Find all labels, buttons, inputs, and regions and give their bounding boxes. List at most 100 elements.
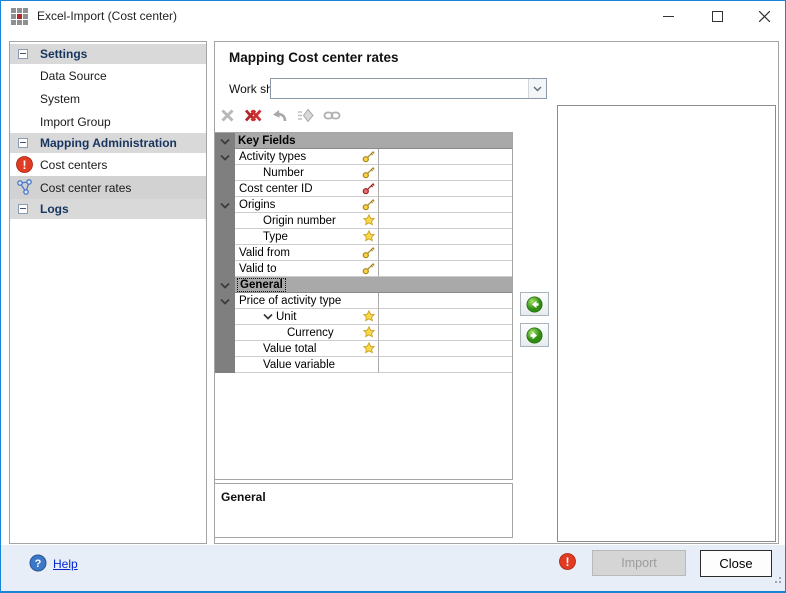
- field-value-cell[interactable]: [379, 293, 512, 309]
- row-gutter[interactable]: [215, 197, 235, 213]
- mapping-toolbar: [218, 106, 341, 130]
- sidebar-group-logs[interactable]: Logs: [10, 199, 206, 219]
- collapse-icon[interactable]: [18, 138, 28, 148]
- field-value-cell[interactable]: [379, 165, 512, 181]
- field-name-cell[interactable]: Number: [235, 165, 379, 181]
- sidebar-group-label: Mapping Administration: [40, 136, 177, 150]
- grid-field-row-cost-center-id: Cost center ID: [215, 181, 512, 197]
- row-gutter[interactable]: [215, 277, 235, 293]
- grid-section-row-key-fields: Key Fields: [215, 133, 512, 149]
- collapse-icon[interactable]: [18, 204, 28, 214]
- sidebar-item-label: Cost centers: [40, 158, 107, 172]
- row-gutter[interactable]: [215, 293, 235, 309]
- field-name-cell[interactable]: Unit: [235, 309, 379, 325]
- field-name-cell[interactable]: Origins: [235, 197, 379, 213]
- field-value-cell[interactable]: [379, 261, 512, 277]
- sidebar-item-cost-centers[interactable]: ! Cost centers: [10, 153, 206, 176]
- field-name-cell[interactable]: Cost center ID: [235, 181, 379, 197]
- star-icon: [363, 230, 375, 242]
- row-gutter: [215, 229, 235, 245]
- row-gutter: [215, 341, 235, 357]
- chevron-down-icon[interactable]: [528, 79, 546, 98]
- field-label: Number: [263, 167, 304, 179]
- field-value-cell[interactable]: [379, 309, 512, 325]
- field-label: Cost center ID: [239, 183, 313, 195]
- section-header[interactable]: Key Fields: [235, 133, 512, 149]
- field-name-cell[interactable]: Price of activity type: [235, 293, 379, 309]
- field-value-cell[interactable]: [379, 149, 512, 165]
- section-header[interactable]: General: [235, 277, 512, 293]
- footer-bar: ? Help ! Import Close: [1, 545, 785, 591]
- field-value-cell[interactable]: [379, 181, 512, 197]
- delete-button[interactable]: [218, 106, 237, 125]
- field-value-cell[interactable]: [379, 245, 512, 261]
- sidebar-item-system[interactable]: System: [10, 87, 206, 110]
- star-icon: [363, 230, 375, 245]
- sidebar-item-cost-center-rates[interactable]: Cost center rates: [10, 176, 206, 199]
- field-name-cell[interactable]: Valid to: [235, 261, 379, 277]
- graph-icon: [16, 179, 33, 196]
- maximize-button[interactable]: [697, 1, 737, 31]
- collapse-icon[interactable]: [18, 49, 28, 59]
- grid-field-row-unit: Unit: [215, 309, 512, 325]
- undo-button[interactable]: [270, 106, 289, 125]
- field-value-cell[interactable]: [379, 229, 512, 245]
- import-button[interactable]: Import: [592, 550, 686, 576]
- minimize-button[interactable]: [648, 1, 688, 31]
- field-value-cell[interactable]: [379, 357, 512, 373]
- field-name-cell[interactable]: Activity types: [235, 149, 379, 165]
- key-gold-icon: [362, 198, 375, 214]
- error-icon: !: [16, 156, 33, 173]
- grid-field-row-valid-from: Valid from: [215, 245, 512, 261]
- field-name-cell[interactable]: Currency: [235, 325, 379, 341]
- field-value-cell[interactable]: [379, 325, 512, 341]
- row-gutter[interactable]: [215, 133, 235, 149]
- sidebar: SettingsData Source System Import Group Map…: [9, 41, 207, 544]
- field-value-cell[interactable]: [379, 213, 512, 229]
- star-icon: [363, 326, 375, 338]
- field-name-cell[interactable]: Value variable: [235, 357, 379, 373]
- sidebar-group-mapping-administration[interactable]: Mapping Administration: [10, 133, 206, 153]
- sidebar-item-label: Import Group: [40, 115, 111, 129]
- grid-section-row-general: General: [215, 277, 512, 293]
- grid-field-row-value-total: Value total: [215, 341, 512, 357]
- automap-button[interactable]: [296, 106, 315, 125]
- chevron-down-icon: [263, 313, 273, 320]
- delete-all-icon: [244, 108, 263, 123]
- field-value-cell[interactable]: [379, 197, 512, 213]
- grid-field-row-number: Number: [215, 165, 512, 181]
- sidebar-item-data-source[interactable]: Data Source: [10, 64, 206, 87]
- sidebar-group-settings[interactable]: Settings: [10, 44, 206, 64]
- field-label: Value total: [263, 343, 317, 355]
- field-label: Valid from: [239, 247, 290, 259]
- detail-title: General: [221, 490, 266, 504]
- field-name-cell[interactable]: Type: [235, 229, 379, 245]
- key-red-icon: [362, 182, 375, 198]
- sidebar-item-import-group[interactable]: Import Group: [10, 110, 206, 133]
- row-gutter[interactable]: [215, 149, 235, 165]
- field-value-cell[interactable]: [379, 341, 512, 357]
- grid-field-row-origin-number: Origin number: [215, 213, 512, 229]
- chevron-down-icon: [220, 282, 230, 289]
- resize-grip[interactable]: [772, 571, 782, 589]
- assign-left-button[interactable]: [520, 292, 549, 316]
- worksheet-select[interactable]: [270, 78, 547, 99]
- field-name-cell[interactable]: Valid from: [235, 245, 379, 261]
- close-window-button[interactable]: [744, 1, 784, 31]
- chevron-down-icon[interactable]: [263, 313, 273, 320]
- worksheet-columns-panel: [557, 105, 776, 542]
- key-gold-icon: [362, 262, 375, 278]
- main-panel: Mapping Cost center rates Work sheet: Ke…: [214, 41, 779, 544]
- link-button[interactable]: [322, 106, 341, 125]
- chevron-down-icon: [220, 154, 230, 161]
- star-icon: [363, 342, 375, 354]
- help-link[interactable]: Help: [53, 557, 78, 571]
- field-name-cell[interactable]: Value total: [235, 341, 379, 357]
- assign-right-button[interactable]: [520, 323, 549, 347]
- delete-all-button[interactable]: [244, 106, 263, 125]
- field-name-cell[interactable]: Origin number: [235, 213, 379, 229]
- close-button[interactable]: Close: [700, 550, 772, 577]
- sidebar-item-label: System: [40, 92, 80, 106]
- mapping-grid: Key FieldsActivity types Number Cost cente…: [215, 132, 513, 480]
- grid-field-row-activity-types: Activity types: [215, 149, 512, 165]
